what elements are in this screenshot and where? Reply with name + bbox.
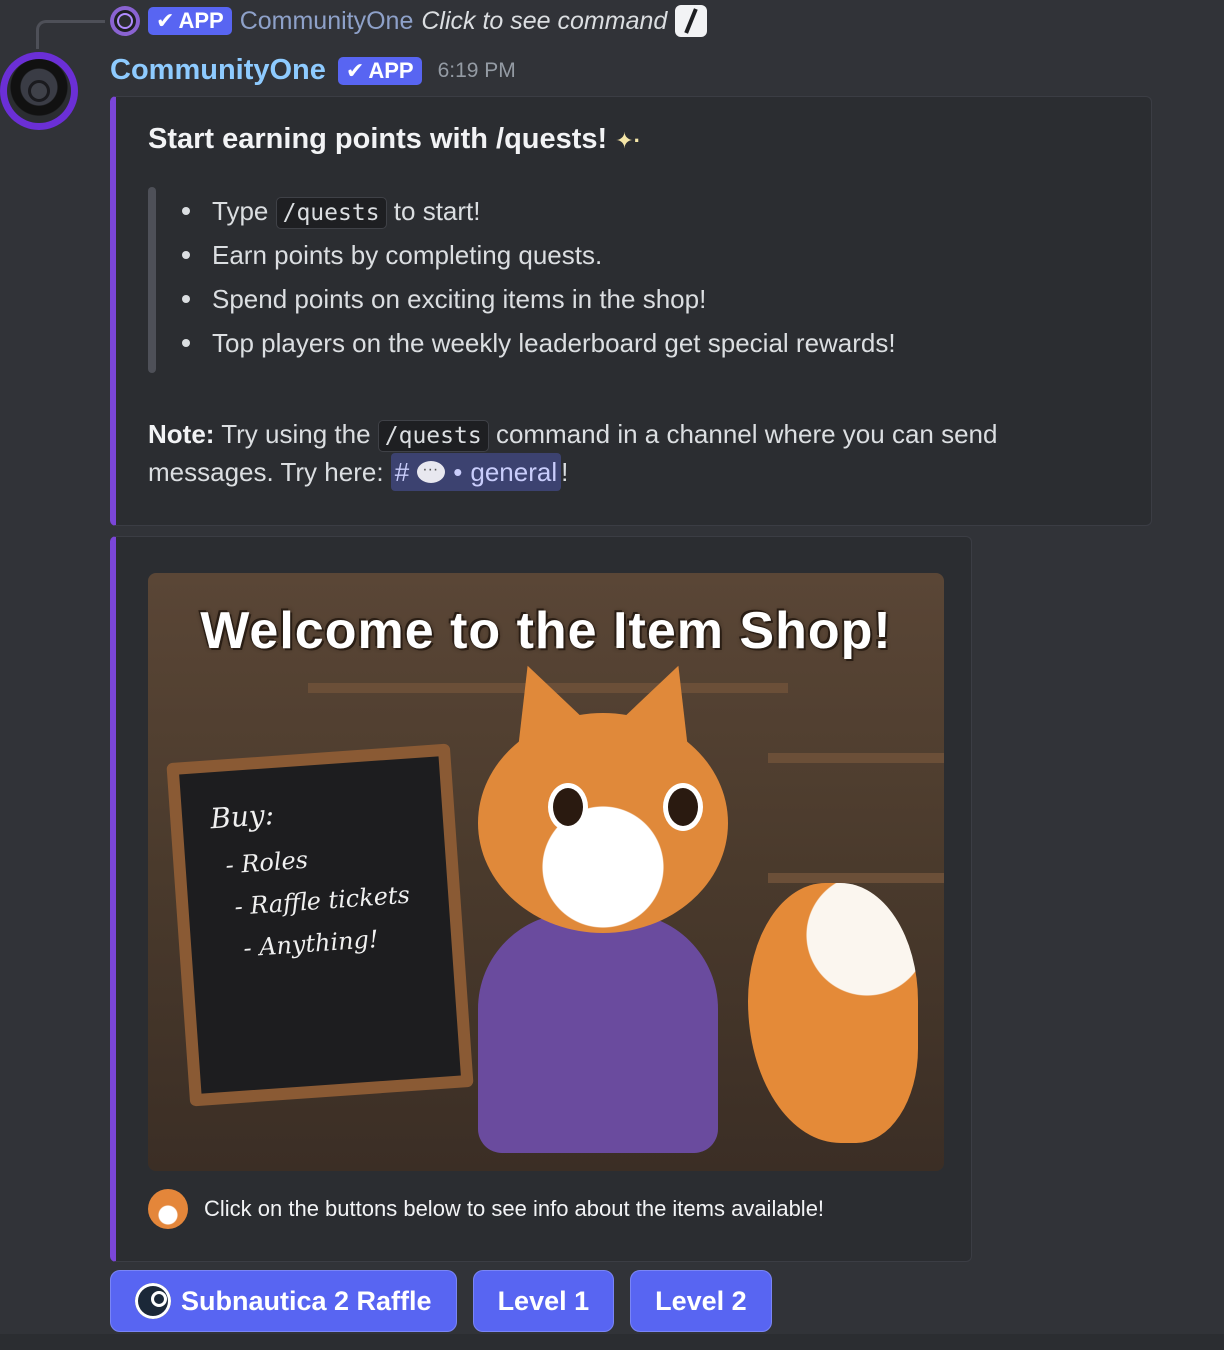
- slash-command-icon: [675, 5, 708, 37]
- item-shop-image[interactable]: Welcome to the Item Shop! Buy: - Roles -…: [148, 573, 944, 1171]
- app-tag-label: APP: [368, 57, 414, 83]
- bullet-text: Earn points by completing quests.: [212, 240, 603, 270]
- list-item: Type /quests to start!: [182, 193, 896, 237]
- note-text: Try using the: [221, 419, 371, 449]
- bullet-text: Type: [212, 196, 269, 226]
- channel-mention-general[interactable]: # • general: [390, 451, 562, 491]
- bullet-text: to start!: [393, 196, 481, 226]
- channel-name: general: [470, 457, 558, 487]
- steam-icon: [135, 1283, 171, 1319]
- bullet-list: Type /quests to start! Earn points by co…: [182, 193, 896, 369]
- note-label: Note:: [148, 419, 215, 449]
- fox-tail: [748, 883, 918, 1143]
- timestamp[interactable]: 6:19 PM: [438, 59, 516, 83]
- quests-embed: Start earning points with /quests! ✦· Typ…: [110, 96, 1152, 526]
- note-paragraph: Note: Try using the /quests command in a…: [148, 415, 1048, 491]
- fox-icon: [148, 1189, 188, 1229]
- level-1-button[interactable]: Level 1: [472, 1270, 615, 1332]
- board-heading: Buy:: [209, 797, 276, 836]
- sparkle-icon: ✦·: [615, 128, 641, 153]
- reply-avatar[interactable]: [110, 6, 140, 36]
- list-item: Top players on the weekly leaderboard ge…: [182, 325, 896, 369]
- channel-separator: •: [453, 457, 463, 487]
- reply-preview[interactable]: ✔ APP CommunityOne Click to see command: [110, 4, 708, 38]
- speech-bubble-icon: [417, 451, 446, 489]
- shelf: [768, 873, 944, 883]
- button-label: Level 2: [655, 1285, 747, 1316]
- item-shop-embed: Welcome to the Item Shop! Buy: - Roles -…: [110, 536, 972, 1262]
- message-header: CommunityOne ✔ APP 6:19 PM: [110, 54, 516, 87]
- shelf: [768, 753, 944, 763]
- bullet-text: Top players on the weekly leaderboard ge…: [212, 328, 896, 358]
- level-2-button[interactable]: Level 2: [630, 1270, 772, 1332]
- footer-text: Click on the buttons below to see info a…: [204, 1196, 825, 1221]
- inline-code: /quests: [377, 420, 489, 452]
- board-line: - Anything!: [242, 924, 380, 963]
- fox-eye: [668, 788, 698, 826]
- board-line: - Roles: [224, 845, 309, 880]
- avatar[interactable]: [0, 52, 78, 130]
- reply-spine: [36, 20, 105, 49]
- embed-title-text: Start earning points with /quests!: [148, 123, 608, 155]
- reply-author[interactable]: CommunityOne: [240, 7, 414, 36]
- reply-text[interactable]: Click to see command: [421, 7, 667, 36]
- embed-title: Start earning points with /quests! ✦·: [148, 123, 641, 156]
- reply-app-tag: ✔ APP: [148, 7, 232, 35]
- blockquote-bar: [148, 187, 156, 373]
- chalkboard: Buy: - Roles - Raffle tickets - Anything…: [166, 743, 474, 1107]
- hash-icon: #: [394, 457, 410, 487]
- fox-body: [478, 913, 718, 1153]
- note-text: !: [561, 457, 569, 487]
- bottom-divider: [0, 1334, 1224, 1350]
- username[interactable]: CommunityOne: [110, 54, 326, 87]
- subnautica-raffle-button[interactable]: Subnautica 2 Raffle: [110, 1270, 457, 1332]
- list-item: Spend points on exciting items in the sh…: [182, 281, 896, 325]
- board-line: - Raffle tickets: [233, 880, 411, 921]
- button-row: Subnautica 2 Raffle Level 1 Level 2: [110, 1270, 772, 1332]
- check-icon: ✔: [345, 57, 365, 83]
- image-title: Welcome to the Item Shop!: [200, 602, 892, 660]
- app-tag: ✔ APP: [337, 56, 422, 85]
- fox-eye: [553, 788, 583, 826]
- embed-footer: Click on the buttons below to see info a…: [148, 1189, 824, 1229]
- button-label: Level 1: [497, 1285, 590, 1316]
- list-item: Earn points by completing quests.: [182, 237, 896, 281]
- reply-app-tag-label: APP: [178, 8, 224, 33]
- check-icon: ✔: [156, 8, 175, 33]
- button-label: Subnautica 2 Raffle: [181, 1285, 432, 1316]
- inline-code: /quests: [275, 197, 387, 229]
- bullet-text: Spend points on exciting items in the sh…: [212, 284, 707, 314]
